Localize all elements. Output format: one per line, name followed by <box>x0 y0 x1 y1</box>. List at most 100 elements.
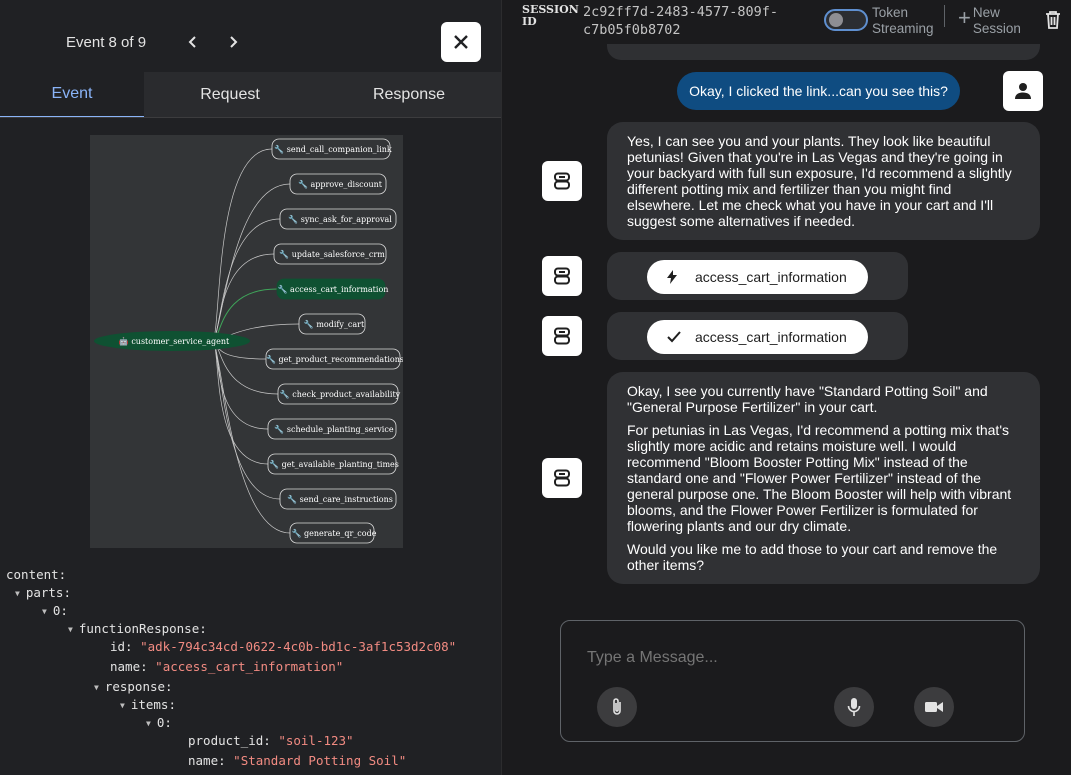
bot-avatar <box>542 256 582 296</box>
bot-icon <box>554 327 570 345</box>
json-items-row[interactable]: ▼ items: <box>120 696 176 716</box>
close-button[interactable] <box>441 22 481 62</box>
user-avatar <box>1003 71 1043 111</box>
toggle-knob <box>829 13 843 27</box>
prev-event-button[interactable] <box>181 30 205 54</box>
session-id-value: 2c92ff7d-2483-4577-809f-c7b05f0b8702 <box>583 4 779 38</box>
chat-panel: SESSION ID 2c92ff7d-2483-4577-809f-c7b05… <box>502 0 1071 775</box>
check-icon <box>667 331 683 343</box>
json-response-row[interactable]: ▼ response: <box>94 678 173 698</box>
graph-root-label: 🤖 customer_service_agent <box>119 336 230 346</box>
json-name-row: name: "access_cart_information" <box>110 658 343 676</box>
attach-button[interactable] <box>597 687 637 727</box>
delete-session-button[interactable] <box>1045 10 1061 34</box>
new-session-label: New Session <box>972 5 1021 36</box>
json-item-name-row: name: "Standard Potting Soil" <box>188 752 406 770</box>
event-tabs: Event Request Response <box>0 72 501 118</box>
bot-icon <box>554 267 570 285</box>
graph-tool-label: 🔧 generate_qr_code <box>292 528 377 538</box>
tab-event[interactable]: Event <box>0 72 144 118</box>
next-event-button[interactable] <box>221 30 245 54</box>
videocam-icon <box>925 702 943 712</box>
json-content-row: content: <box>6 566 66 584</box>
json-key: parts: <box>25 585 71 600</box>
bot-message-text: Yes, I can see you and your plants. They… <box>627 133 1012 229</box>
person-icon <box>1015 83 1031 99</box>
camera-button[interactable] <box>914 687 954 727</box>
function-response-chip[interactable]: access_cart_information <box>647 320 868 354</box>
bot-message-paragraph: For petunias in Las Vegas, I'd recommend… <box>627 422 1012 534</box>
json-string: "soil-123" <box>278 733 354 748</box>
tab-response[interactable]: Response <box>316 72 501 118</box>
tab-divider <box>0 117 501 118</box>
graph-tool-label: 🔧 approve_discount <box>298 179 383 189</box>
graph-edge <box>211 340 269 465</box>
expand-triangle-icon[interactable]: ▼ <box>42 607 47 616</box>
message-composer <box>560 620 1025 742</box>
tab-request[interactable]: Request <box>144 72 316 118</box>
json-key: product_id: <box>188 733 271 748</box>
graph-tool-label: 🔧 modify_cart <box>304 319 365 329</box>
graph-edge <box>211 288 278 342</box>
bot-message-paragraph: Okay, I see you currently have "Standard… <box>627 383 988 415</box>
plus-icon: + <box>958 5 971 30</box>
agent-graph-svg: 🤖 customer_service_agent 🔧 send_call_comp… <box>94 138 403 544</box>
expand-triangle-icon[interactable]: ▼ <box>146 719 151 728</box>
graph-tool-label: 🔧 get_available_planting_times <box>269 459 399 469</box>
json-parts-row[interactable]: ▼ parts: <box>15 584 71 604</box>
user-message: Okay, I clicked the link...can you see t… <box>677 72 960 110</box>
app-root: Event 8 of 9 Event Request Response 🤖 cu… <box>0 0 1071 775</box>
graph-tool-label: 🔧 sync_ask_for_approval <box>288 214 392 224</box>
session-id-label: SESSION ID <box>522 3 579 28</box>
bolt-icon <box>667 270 683 284</box>
json-function-response-row[interactable]: ▼ functionResponse: <box>68 620 207 640</box>
json-string: "adk-794c34cd-0622-4c0b-bd1c-3af1c53d2c0… <box>140 639 457 654</box>
function-response-name: access_cart_information <box>695 329 847 345</box>
graph-tool-label: 🔧 get_product_recommendations <box>266 354 403 364</box>
json-key: name: <box>110 659 148 674</box>
expand-triangle-icon[interactable]: ▼ <box>68 625 73 634</box>
chevron-left-icon <box>188 36 196 48</box>
json-product-id-row: product_id: "soil-123" <box>188 732 354 750</box>
chevron-right-icon <box>230 36 238 48</box>
json-string: "access_cart_information" <box>155 659 344 674</box>
bot-message: Okay, I see you currently have "Standard… <box>607 372 1040 584</box>
graph-tool-label: 🔧 schedule_planting_service <box>274 424 393 434</box>
graph-tool-label: 🔧 check_product_availability <box>280 389 401 399</box>
json-index-row[interactable]: ▼ 0: <box>42 602 68 622</box>
trash-icon <box>1046 11 1060 29</box>
token-streaming-toggle[interactable] <box>824 9 868 31</box>
message-input[interactable] <box>587 649 987 667</box>
json-key: 0: <box>156 715 172 730</box>
mic-icon <box>847 698 861 716</box>
json-key: id: <box>110 639 133 654</box>
json-key: items: <box>130 697 176 712</box>
json-key: response: <box>104 679 173 694</box>
bot-icon <box>554 172 570 190</box>
bot-avatar <box>542 161 582 201</box>
expand-triangle-icon[interactable]: ▼ <box>120 701 125 710</box>
agent-graph: 🤖 customer_service_agent 🔧 send_call_comp… <box>90 135 403 548</box>
expand-triangle-icon[interactable]: ▼ <box>15 589 20 598</box>
previous-message-bubble <box>607 44 1040 60</box>
expand-triangle-icon[interactable]: ▼ <box>94 683 99 692</box>
bot-message: Yes, I can see you and your plants. They… <box>607 122 1040 240</box>
mic-button[interactable] <box>834 687 874 727</box>
bot-message-paragraph: Would you like me to add those to your c… <box>627 541 998 573</box>
event-panel: Event 8 of 9 Event Request Response 🤖 cu… <box>0 0 502 775</box>
topbar-divider <box>944 5 945 27</box>
bot-avatar <box>542 316 582 356</box>
top-bar: SESSION ID 2c92ff7d-2483-4577-809f-c7b05… <box>502 0 1071 44</box>
function-response-message: access_cart_information <box>607 312 908 360</box>
graph-tool-label: 🔧 update_salesforce_crm <box>279 249 385 259</box>
token-streaming-label: Token Streaming <box>872 5 934 36</box>
function-call-chip[interactable]: access_cart_information <box>647 260 868 294</box>
event-counter: Event 8 of 9 <box>66 34 147 51</box>
graph-tool-label: 🔧 send_care_instructions <box>287 494 393 504</box>
json-key: functionResponse: <box>78 621 207 636</box>
json-key: 0: <box>52 603 68 618</box>
json-key: name: <box>188 753 226 768</box>
graph-tool-label: 🔧 access_cart_information <box>278 284 389 294</box>
json-item-index-row[interactable]: ▼ 0: <box>146 714 172 734</box>
new-session-button[interactable]: + New Session <box>958 5 1033 37</box>
